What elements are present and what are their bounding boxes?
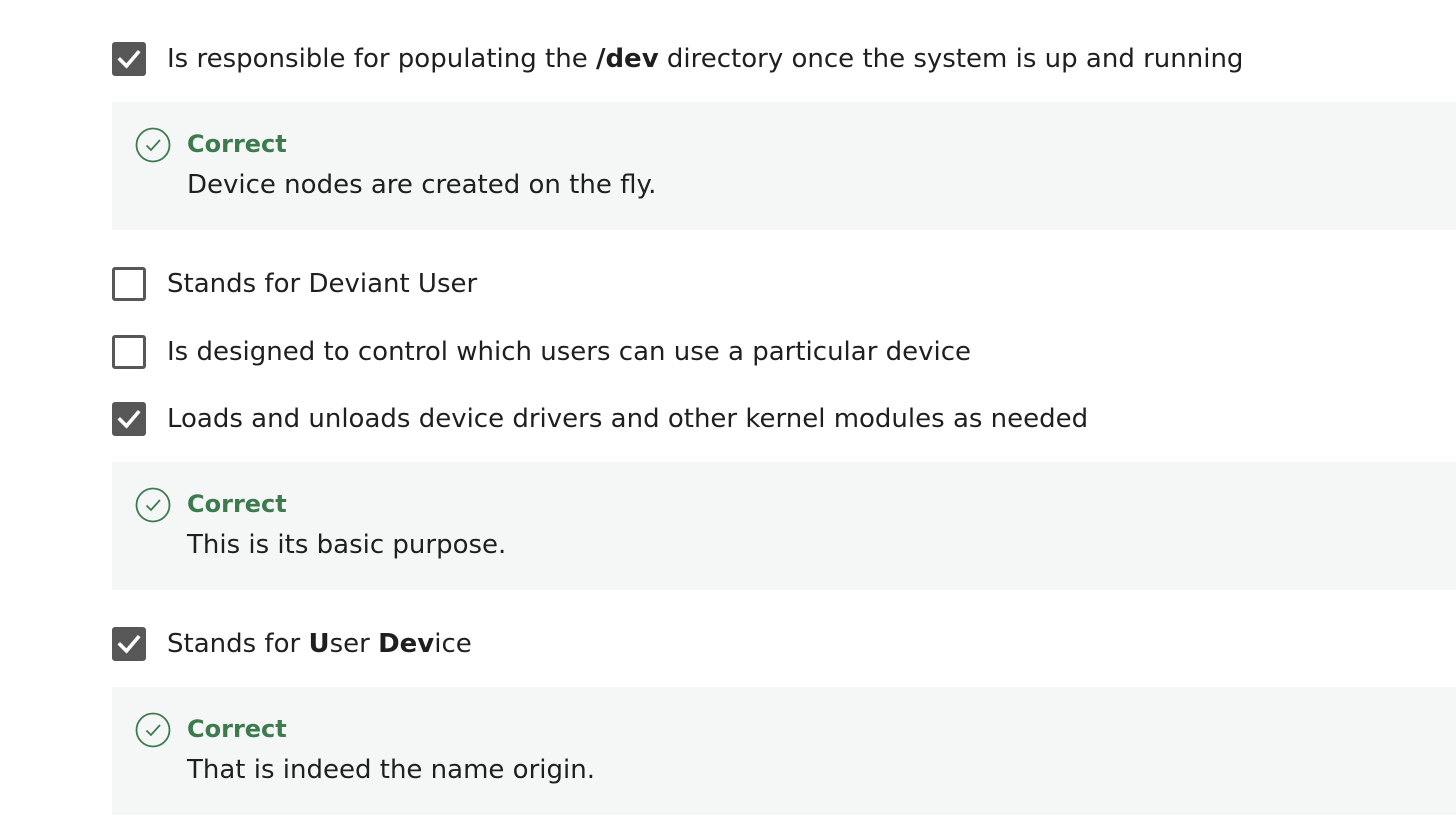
option-deviant-user[interactable]: Stands for Deviant User (112, 266, 477, 302)
checkmark-icon (117, 409, 141, 429)
checkmark-icon (117, 49, 141, 69)
option-label: Loads and unloads device drivers and oth… (167, 404, 1089, 434)
option-checkbox[interactable] (112, 267, 146, 301)
option-user-device[interactable]: Stands for User Device (112, 626, 472, 662)
option-checkbox[interactable] (112, 42, 146, 76)
option-control-users[interactable]: Is designed to control which users can u… (112, 334, 971, 370)
feedback-text: That is indeed the name origin. (187, 755, 595, 785)
feedback-title: Correct (187, 130, 287, 158)
option-label: Is responsible for populating the /dev d… (167, 44, 1244, 74)
option-label: Is designed to control which users can u… (167, 337, 972, 367)
option-checkbox[interactable] (112, 627, 146, 661)
option-checkbox[interactable] (112, 402, 146, 436)
option-label: Stands for User Device (167, 629, 472, 659)
feedback-correct: Correct This is its basic purpose. (112, 462, 1456, 590)
feedback-correct: Correct Device nodes are created on the … (112, 102, 1456, 230)
checkmark-icon (117, 634, 141, 654)
feedback-title: Correct (187, 715, 287, 743)
check-circle-icon (135, 487, 171, 523)
check-circle-icon (135, 712, 171, 748)
feedback-text: This is its basic purpose. (187, 530, 507, 560)
option-loads-drivers[interactable]: Loads and unloads device drivers and oth… (112, 401, 1088, 437)
option-populates-dev[interactable]: Is responsible for populating the /dev d… (112, 41, 1243, 77)
feedback-text: Device nodes are created on the fly. (187, 170, 657, 200)
feedback-title: Correct (187, 490, 287, 518)
check-circle-icon (135, 127, 171, 163)
option-label: Stands for Deviant User (167, 269, 478, 299)
feedback-correct: Correct That is indeed the name origin. (112, 687, 1456, 815)
quiz-options: Is responsible for populating the /dev d… (112, 0, 1456, 833)
option-checkbox[interactable] (112, 335, 146, 369)
